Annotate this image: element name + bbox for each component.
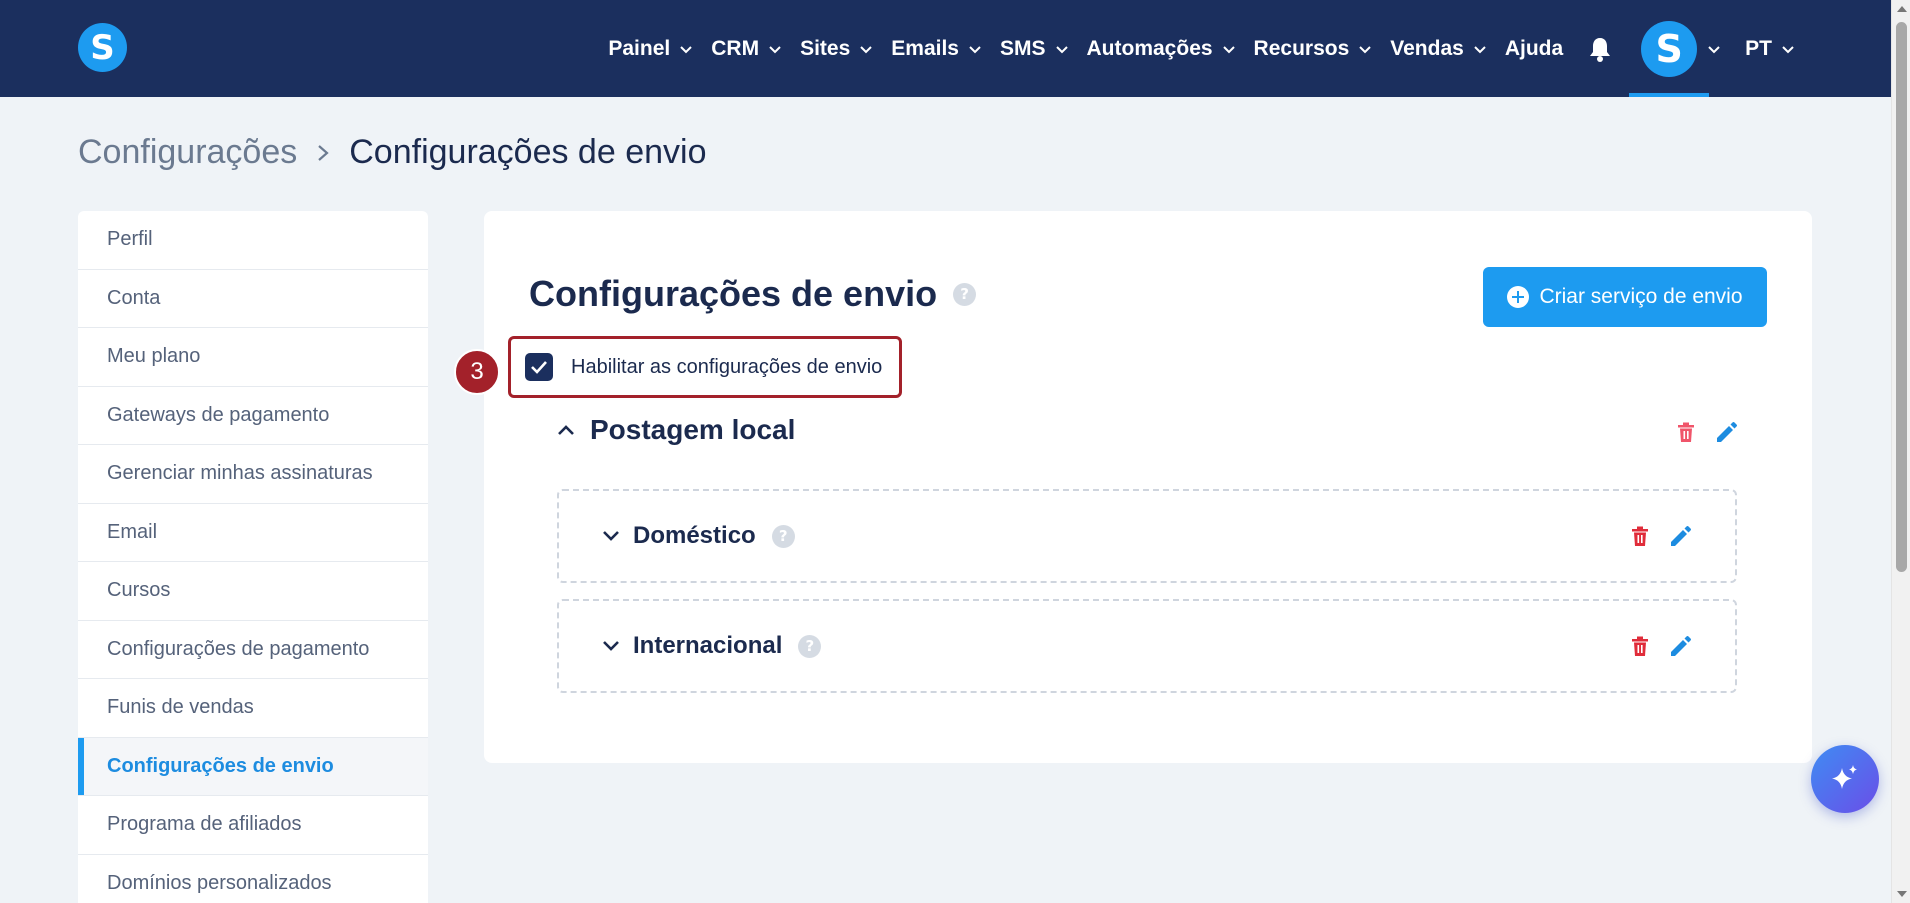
nav-label: Vendas (1390, 36, 1464, 60)
nav-label: CRM (711, 36, 760, 60)
nav-label: Painel (608, 36, 671, 60)
pencil-icon[interactable] (1669, 635, 1692, 658)
shipping-settings-card: Configurações de envio ? Criar serviço d… (454, 211, 1812, 763)
sidebar-item-meu-plano[interactable]: Meu plano (78, 328, 428, 387)
nav-label: SMS (1000, 36, 1046, 60)
nav-label: Emails (891, 36, 959, 60)
chevron-down-icon (1055, 45, 1068, 53)
nav-sites[interactable]: Sites (800, 37, 873, 61)
help-icon[interactable]: ? (798, 634, 822, 658)
sidebar-item-funis[interactable]: Funis de vendas (78, 679, 428, 738)
scroll-thumb[interactable] (1896, 22, 1907, 572)
scroll-down-arrow[interactable] (1897, 891, 1907, 897)
zone-domestico: Doméstico ? (557, 489, 1737, 583)
sidebar-item-dominios[interactable]: Domínios personalizados (78, 855, 428, 903)
step-badge: 3 (454, 349, 500, 395)
main-nav: Painel CRM Sites Emails SMS Automações R… (590, 0, 1795, 97)
page-title-text: Configurações de envio (529, 273, 938, 314)
nav-painel[interactable]: Painel (608, 37, 693, 61)
check-icon (531, 361, 547, 374)
nav-ajuda[interactable]: Ajuda (1505, 37, 1563, 61)
sidebar-item-conta[interactable]: Conta (78, 270, 428, 328)
sidebar-item-cursos[interactable]: Cursos (78, 562, 428, 621)
nav-label: Ajuda (1504, 36, 1564, 60)
nav-crm[interactable]: CRM (711, 37, 782, 61)
nav-automacoes[interactable]: Automações (1087, 37, 1236, 61)
zone-actions (1631, 491, 1692, 581)
zone-header[interactable]: Doméstico ? (601, 491, 795, 581)
language-selector[interactable]: PT (1745, 37, 1795, 61)
ai-assistant-button[interactable] (1811, 745, 1879, 813)
page-title: Configurações de envio ? (529, 273, 977, 315)
chevron-down-icon (860, 45, 872, 53)
help-icon[interactable]: ? (771, 524, 795, 548)
zone-actions (1631, 601, 1692, 691)
avatar[interactable]: S (1641, 20, 1698, 77)
sidebar-item-assinaturas[interactable]: Gerenciar minhas assinaturas (78, 445, 428, 504)
zone-internacional: Internacional ? (557, 599, 1737, 693)
chevron-down-icon (1359, 45, 1371, 53)
settings-sidebar: Perfil Conta Meu plano Gateways de pagam… (78, 211, 428, 903)
chevron-down-icon (1474, 45, 1486, 53)
chevron-down-icon[interactable] (601, 639, 621, 653)
chevron-down-icon[interactable] (1707, 42, 1721, 56)
language-label: PT (1745, 36, 1772, 60)
nav-emails[interactable]: Emails (891, 37, 982, 61)
chevron-right-icon (318, 144, 329, 161)
sidebar-item-config-envio[interactable]: Configurações de envio (78, 737, 428, 796)
nav-vendas[interactable]: Vendas (1390, 37, 1487, 61)
trash-icon[interactable] (1631, 526, 1649, 547)
enable-shipping-label[interactable]: Habilitar as configurações de envio (571, 356, 882, 379)
nav-label: Recursos (1253, 36, 1350, 60)
group-actions (1677, 421, 1738, 444)
shipping-group-title: Postagem local (590, 414, 796, 445)
help-icon[interactable]: ? (953, 282, 977, 306)
user-menu[interactable]: S (1629, 0, 1721, 97)
chevron-up-icon[interactable] (556, 423, 576, 437)
chevron-down-icon (680, 45, 692, 53)
sidebar-item-perfil[interactable]: Perfil (78, 211, 428, 270)
sidebar-item-config-pagamento[interactable]: Configurações de pagamento (78, 621, 428, 679)
chevron-down-icon (1222, 45, 1235, 53)
nav-recursos[interactable]: Recursos (1254, 37, 1373, 61)
chevron-down-icon (769, 45, 781, 53)
create-button-label: Criar serviço de envio (1539, 285, 1743, 308)
zone-title: Internacional (633, 632, 783, 659)
enable-shipping-checkbox[interactable] (525, 353, 553, 381)
enable-shipping-highlight: Habilitar as configurações de envio (508, 336, 902, 398)
app-logo[interactable]: S (78, 23, 127, 72)
shipping-group-header[interactable]: Postagem local (556, 414, 795, 446)
nav-sms[interactable]: SMS (1000, 37, 1069, 61)
chevron-down-icon (969, 45, 981, 53)
nav-label: Automações (1086, 36, 1213, 60)
bell-icon[interactable] (1587, 35, 1613, 63)
plus-circle-icon (1507, 286, 1530, 308)
sidebar-item-gateways[interactable]: Gateways de pagamento (78, 387, 428, 445)
trash-icon[interactable] (1677, 422, 1695, 443)
trash-icon[interactable] (1631, 636, 1649, 657)
zone-header[interactable]: Internacional ? (601, 601, 822, 691)
create-shipping-service-button[interactable]: Criar serviço de envio (1483, 267, 1767, 327)
chevron-down-icon (1782, 45, 1794, 53)
sidebar-item-email[interactable]: Email (78, 504, 428, 562)
sparkle-icon (1832, 765, 1857, 789)
chevron-down-icon[interactable] (601, 529, 621, 543)
breadcrumb-current: Configurações de envio (349, 133, 707, 171)
active-indicator (1629, 93, 1710, 97)
breadcrumb-parent-link[interactable]: Configurações (78, 133, 297, 172)
page-scrollbar[interactable] (1891, 0, 1910, 903)
zone-title: Doméstico (633, 522, 756, 549)
pencil-icon[interactable] (1669, 525, 1692, 548)
nav-label: Sites (800, 36, 851, 60)
breadcrumb: Configurações Configurações de envio (78, 133, 706, 172)
scroll-up-arrow[interactable] (1897, 6, 1907, 12)
sidebar-item-afiliados[interactable]: Programa de afiliados (78, 796, 428, 855)
pencil-icon[interactable] (1715, 421, 1738, 444)
top-navbar: S Painel CRM Sites Emails SMS Automações… (0, 0, 1891, 97)
